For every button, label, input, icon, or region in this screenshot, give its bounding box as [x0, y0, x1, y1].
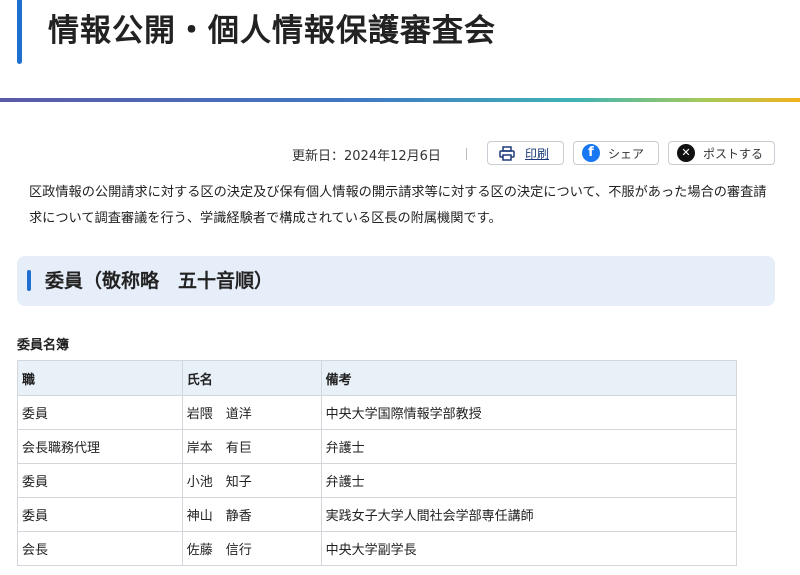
header-divider	[0, 98, 800, 102]
post-label: ポストする	[703, 146, 764, 161]
table-row: 委員 小池 知子 弁護士	[17, 463, 738, 498]
cell-remarks: 弁護士	[320, 463, 738, 498]
column-header-position: 職	[17, 360, 183, 396]
title-accent-bar	[17, 0, 22, 64]
table-caption: 委員名簿	[17, 338, 70, 353]
cell-position: 会長	[17, 531, 183, 566]
cell-name: 佐藤 信行	[181, 531, 322, 566]
printer-icon	[499, 145, 515, 161]
cell-position: 委員	[17, 463, 183, 498]
intro-text: 区政情報の公開請求に対する区の決定及び保有個人情報の開示請求等に対する区の決定に…	[29, 185, 767, 226]
table-row: 委員 岩隈 道洋 中央大学国際情報学部教授	[17, 395, 738, 430]
cell-name: 岸本 有巨	[181, 429, 322, 464]
table-row: 会長職務代理 岸本 有巨 弁護士	[17, 429, 738, 464]
section-heading-box: 委員（敬称略 五十音順）	[17, 256, 775, 306]
cell-remarks: 実践女子大学人間社会学部専任講師	[320, 497, 738, 532]
column-header-remarks: 備考	[320, 360, 738, 396]
page-title: 情報公開・個人情報保護審査会	[48, 13, 496, 49]
facebook-icon: f	[582, 144, 600, 162]
x-post-button[interactable]: ✕ ポストする	[668, 141, 775, 165]
cell-remarks: 中央大学国際情報学部教授	[320, 395, 738, 430]
print-label: 印刷	[525, 146, 550, 161]
divider	[466, 148, 467, 160]
cell-position: 委員	[17, 497, 183, 532]
meta-toolbar: 更新日：2024年12月6日 印刷 f シェア ✕ ポストする	[0, 141, 800, 167]
print-button[interactable]: 印刷	[487, 141, 564, 165]
table-row: 委員 神山 静香 実践女子大学人間社会学部専任講師	[17, 497, 738, 532]
heading-accent-bar	[27, 270, 31, 291]
table-row: 会長 佐藤 信行 中央大学副学長	[17, 531, 738, 566]
cell-name: 岩隈 道洋	[181, 395, 322, 430]
cell-remarks: 弁護士	[320, 429, 738, 464]
cell-position: 委員	[17, 395, 183, 430]
cell-name: 小池 知子	[181, 463, 322, 498]
x-logo-icon: ✕	[677, 144, 695, 162]
cell-position: 会長職務代理	[17, 429, 183, 464]
table-header-row: 職 氏名 備考	[17, 360, 738, 396]
cell-remarks: 中央大学副学長	[320, 531, 738, 566]
facebook-share-button[interactable]: f シェア	[573, 141, 659, 165]
column-header-name: 氏名	[181, 360, 322, 396]
members-table: 職 氏名 備考 委員 岩隈 道洋 中央大学国際情報学部教授 会長職務代理 岸本 …	[17, 360, 738, 566]
section-heading: 委員（敬称略 五十音順）	[45, 270, 274, 292]
updated-date: 更新日：2024年12月6日	[292, 149, 441, 164]
share-label: シェア	[608, 146, 645, 161]
cell-name: 神山 静香	[181, 497, 322, 532]
